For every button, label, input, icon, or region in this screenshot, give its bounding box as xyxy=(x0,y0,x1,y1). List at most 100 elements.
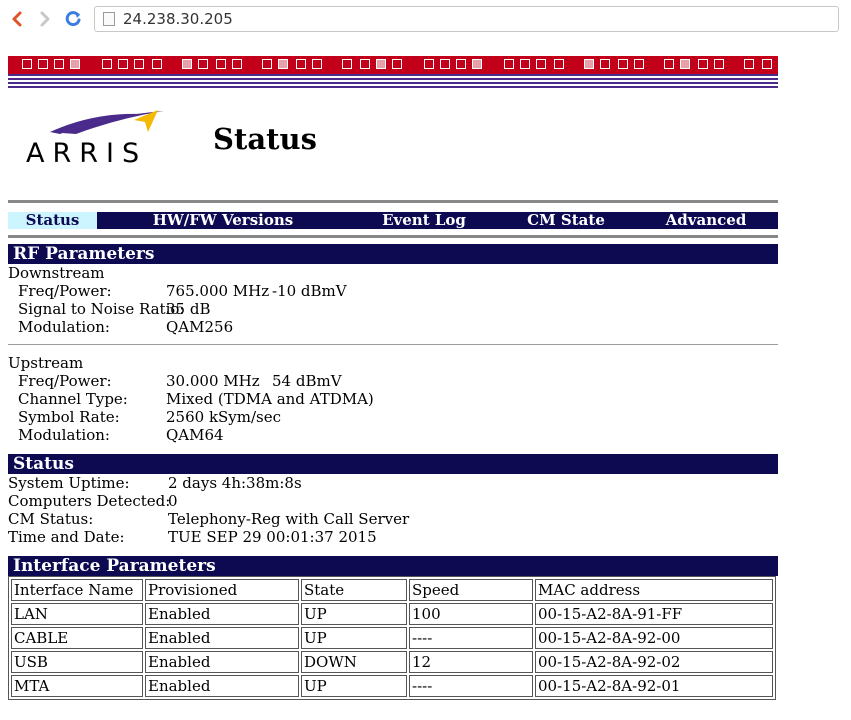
table-cell: 100 xyxy=(409,603,533,625)
row-value: 0 xyxy=(168,492,178,510)
tab-hw-fw-versions[interactable]: HW/FW Versions xyxy=(148,212,298,229)
nav-tabs: Status HW/FW Versions Event Log CM State… xyxy=(8,212,778,229)
row-label: Freq/Power: xyxy=(18,282,112,300)
status-row: Time and Date: TUE SEP 29 00:01:37 2015 xyxy=(8,528,778,546)
tab-status[interactable]: Status xyxy=(8,212,97,229)
row-label: Modulation: xyxy=(18,426,110,444)
browser-toolbar: 24.238.30.205 xyxy=(0,0,851,40)
column-header: MAC address xyxy=(535,579,773,601)
back-arrow-icon[interactable] xyxy=(6,8,28,30)
banner-square xyxy=(584,59,594,69)
table-cell: UP xyxy=(301,675,407,697)
tab-event-log[interactable]: Event Log xyxy=(374,212,474,229)
table-row: MTA Enabled UP ---- 00-15-A2-8A-92-01 xyxy=(11,675,773,697)
modem-status-page: ARRIS Status Status HW/FW Versions Event… xyxy=(8,56,778,700)
upstream-title: Upstream xyxy=(8,354,84,372)
svg-text:ARRIS: ARRIS xyxy=(26,138,147,168)
address-bar[interactable]: 24.238.30.205 xyxy=(94,6,839,32)
table-row: LAN Enabled UP 100 00-15-A2-8A-91-FF xyxy=(11,603,773,625)
table-cell: UP xyxy=(301,603,407,625)
decorative-banner xyxy=(8,56,778,88)
table-cell: 12 xyxy=(409,651,533,673)
tab-cm-state[interactable]: CM State xyxy=(518,212,614,229)
table-cell: USB xyxy=(11,651,143,673)
banner-square xyxy=(634,59,644,69)
row-value: 765.000 MHz xyxy=(166,282,270,300)
row-label: Channel Type: xyxy=(18,390,128,408)
row-label: Computers Detected: xyxy=(8,492,171,510)
column-header: Provisioned xyxy=(145,579,299,601)
downstream-title: Downstream xyxy=(8,264,105,282)
row-value: Mixed (TDMA and ATDMA) xyxy=(166,390,374,408)
banner-square xyxy=(216,59,226,69)
row-value: 30.000 MHz xyxy=(166,372,260,390)
column-header: Speed xyxy=(409,579,533,601)
table-cell: Enabled xyxy=(145,627,299,649)
banner-square xyxy=(152,59,162,69)
table-cell: 00-15-A2-8A-92-01 xyxy=(535,675,773,697)
banner-square xyxy=(504,59,514,69)
banner-square xyxy=(278,59,288,69)
section-divider xyxy=(8,344,778,345)
column-header: Interface Name xyxy=(11,579,143,601)
banner-square xyxy=(762,59,772,69)
row-label: Signal to Noise Ratio: xyxy=(18,300,185,318)
page-title: Status xyxy=(213,122,317,156)
banner-square xyxy=(744,59,754,69)
row-label: Symbol Rate: xyxy=(18,408,120,426)
banner-square xyxy=(118,59,128,69)
table-cell: DOWN xyxy=(301,651,407,673)
banner-square xyxy=(342,59,352,69)
banner-square xyxy=(182,59,192,69)
banner-square xyxy=(440,59,450,69)
divider-bottom xyxy=(8,235,778,238)
table-cell: Enabled xyxy=(145,675,299,697)
downstream-row: Signal to Noise Ratio: 35 dB xyxy=(8,300,778,318)
row-label: System Uptime: xyxy=(8,474,130,492)
banner-square xyxy=(38,59,48,69)
row-value: 35 dB xyxy=(166,300,211,318)
row-value: QAM256 xyxy=(166,318,234,336)
table-cell: CABLE xyxy=(11,627,143,649)
reload-icon[interactable] xyxy=(62,8,84,30)
table-cell: ---- xyxy=(409,675,533,697)
status-row: CM Status: Telephony-Reg with Call Serve… xyxy=(8,510,778,528)
row-value: 2 days 4h:38m:8s xyxy=(168,474,302,492)
row-value: QAM64 xyxy=(166,426,224,444)
status-row: System Uptime: 2 days 4h:38m:8s xyxy=(8,474,778,492)
upstream-row: Freq/Power: 30.000 MHz 54 dBmV xyxy=(8,372,778,390)
page-header: ARRIS Status xyxy=(8,88,778,200)
banner-square xyxy=(456,59,466,69)
banner-square xyxy=(70,59,80,69)
banner-square xyxy=(102,59,112,69)
banner-square xyxy=(714,59,724,69)
banner-square xyxy=(600,59,610,69)
row-label: Time and Date: xyxy=(8,528,125,546)
arris-logo: ARRIS xyxy=(24,108,174,169)
divider-top xyxy=(8,200,778,203)
upstream-row: Symbol Rate: 2560 kSym/sec xyxy=(8,408,778,426)
banner-stripes xyxy=(8,74,778,88)
downstream-row: Modulation: QAM256 xyxy=(8,318,778,336)
banner-square xyxy=(296,59,306,69)
banner-square xyxy=(22,59,32,69)
table-cell: LAN xyxy=(11,603,143,625)
tab-advanced[interactable]: Advanced xyxy=(658,212,754,229)
interface-parameters-heading: Interface Parameters xyxy=(8,556,778,576)
upstream-row: Modulation: QAM64 xyxy=(8,426,778,444)
row-value: TUE SEP 29 00:01:37 2015 xyxy=(168,528,377,546)
row-value-power: -10 dBmV xyxy=(272,282,347,300)
url-text[interactable]: 24.238.30.205 xyxy=(123,10,233,28)
row-value: Telephony-Reg with Call Server xyxy=(168,510,410,528)
status-heading: Status xyxy=(8,454,778,474)
table-cell: Enabled xyxy=(145,651,299,673)
page-icon xyxy=(103,12,115,26)
column-header: State xyxy=(301,579,407,601)
forward-arrow-icon[interactable] xyxy=(34,8,56,30)
banner-square xyxy=(536,59,546,69)
banner-square xyxy=(360,59,370,69)
banner-square xyxy=(424,59,434,69)
status-row: Computers Detected: 0 xyxy=(8,492,778,510)
row-label: CM Status: xyxy=(8,510,94,528)
rf-parameters-heading: RF Parameters xyxy=(8,244,778,264)
